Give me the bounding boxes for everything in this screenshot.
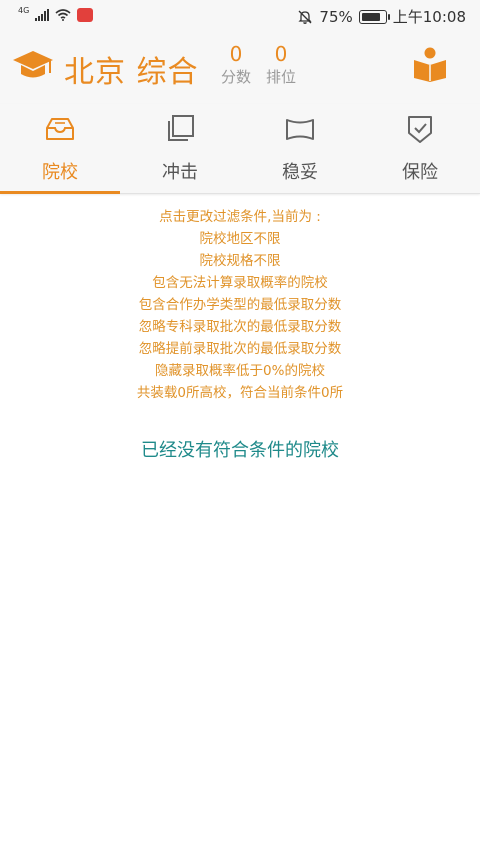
tab-reach[interactable]: 冲击: [120, 104, 240, 193]
frame-icon: [286, 119, 314, 140]
status-left: 4G: [18, 5, 94, 22]
graduation-cap-icon: [13, 51, 53, 78]
tab-label: 保险: [402, 162, 438, 183]
app-header: 北京 综合 0 分数 0 排位: [0, 34, 480, 104]
filter-line: 包含合作办学类型的最低录取分数: [138, 297, 342, 313]
tab-bar: 院校 冲击 稳妥 保险: [0, 104, 480, 194]
tab-label: 稳妥: [282, 162, 318, 183]
status-bar: 4G 75% 上午10:08: [0, 0, 480, 34]
rank-label: 排位: [265, 68, 296, 86]
filter-conditions[interactable]: 点击更改过滤条件,当前为 : 院校地区不限 院校规格不限 包含无法计算录取概率的…: [0, 206, 480, 404]
battery-icon: [358, 9, 390, 24]
filter-line: 院校地区不限: [199, 231, 281, 247]
filter-line: 忽略专科录取批次的最低录取分数: [138, 319, 342, 335]
shield-check-icon: [408, 116, 432, 143]
tab-label: 冲击: [162, 162, 198, 183]
inbox-icon: [46, 118, 74, 140]
filter-line: 隐藏录取概率低于0%的院校: [155, 363, 325, 379]
filter-line: 院校规格不限: [199, 253, 281, 269]
score-value: 0: [229, 42, 243, 66]
wifi-icon: [55, 9, 71, 21]
signal-icon: [35, 9, 50, 21]
rank-value: 0: [274, 42, 288, 66]
tab-institutions[interactable]: 院校: [0, 104, 120, 194]
clock: 上午10:08: [392, 8, 466, 26]
filter-line: 包含无法计算录取概率的院校: [152, 275, 328, 291]
app-notification-icon: [77, 8, 94, 22]
mute-bell-icon: [298, 10, 312, 24]
status-right: 75% 上午10:08: [297, 6, 466, 27]
battery-percent: 75%: [319, 7, 353, 26]
score-label: 分数: [220, 68, 251, 86]
filter-intro: 点击更改过滤条件,当前为 :: [159, 209, 321, 225]
active-tab-indicator: [0, 191, 120, 194]
tab-label: 院校: [42, 162, 78, 183]
network-type: 4G: [18, 5, 30, 15]
tab-insurance[interactable]: 保险: [360, 104, 480, 193]
score-stat[interactable]: 0 分数: [219, 42, 253, 88]
empty-result-message: 已经没有符合条件的院校: [141, 440, 339, 461]
copy-icon: [168, 115, 194, 141]
tab-safe[interactable]: 稳妥: [240, 104, 360, 193]
filter-line: 忽略提前录取批次的最低录取分数: [138, 341, 342, 357]
rank-stat[interactable]: 0 排位: [263, 42, 299, 88]
region-title[interactable]: 北京 综合: [64, 47, 199, 91]
reader-book-icon[interactable]: [413, 46, 447, 82]
filter-summary: 共装载0所高校，符合当前条件0所: [136, 385, 344, 401]
